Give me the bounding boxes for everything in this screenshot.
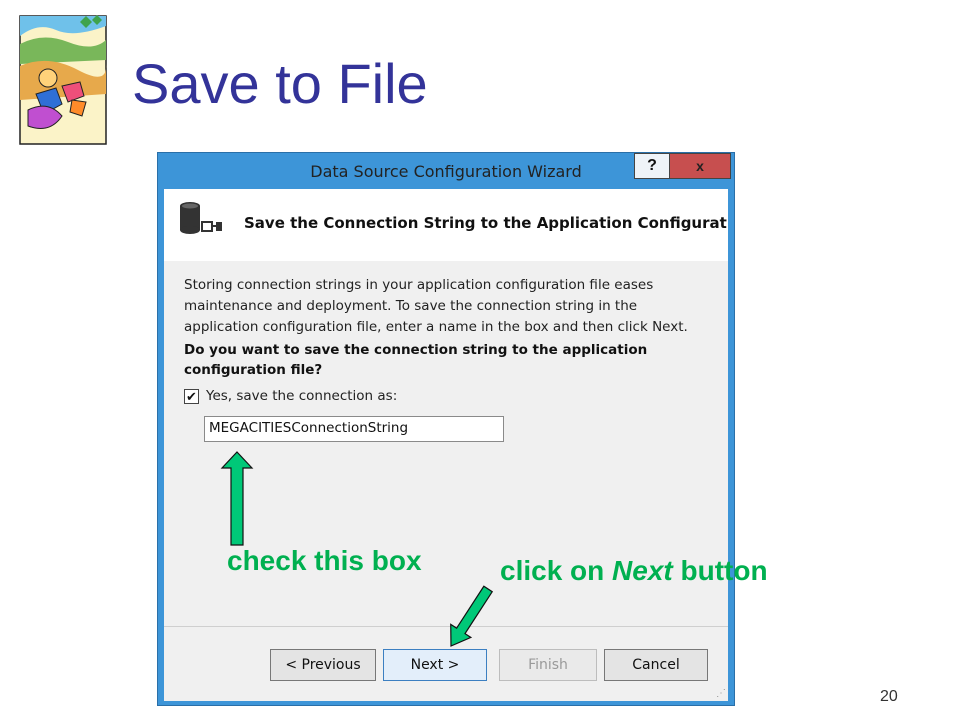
clipart-illustration bbox=[19, 15, 107, 145]
annotation-next-prefix: click on bbox=[500, 555, 613, 586]
wizard-window: Data Source Configuration Wizard ? x Sav… bbox=[157, 152, 735, 706]
wizard-header-text: Save the Connection String to the Applic… bbox=[244, 214, 728, 232]
help-button[interactable]: ? bbox=[634, 153, 670, 179]
resize-grip-icon[interactable]: ⋰ bbox=[716, 688, 726, 699]
wizard-question: Do you want to save the connection strin… bbox=[184, 342, 648, 378]
footer-divider bbox=[164, 626, 728, 627]
slide-number: 20 bbox=[880, 688, 898, 705]
finish-button[interactable]: Finish bbox=[499, 649, 597, 681]
wizard-description: Storing connection strings in your appli… bbox=[184, 277, 688, 335]
next-button[interactable]: Next > bbox=[383, 649, 487, 681]
wizard-content: Save the Connection String to the Applic… bbox=[164, 189, 728, 701]
wizard-titlebar[interactable]: Data Source Configuration Wizard ? x bbox=[158, 153, 734, 189]
annotation-next-emphasis: Next bbox=[612, 555, 673, 586]
cancel-button[interactable]: Cancel bbox=[604, 649, 708, 681]
connection-name-input[interactable]: MEGACITIESConnectionString bbox=[204, 416, 504, 442]
save-connection-checkbox[interactable]: ✔ bbox=[184, 389, 199, 404]
annotation-click-next: click on Next button bbox=[500, 555, 768, 587]
previous-button[interactable]: < Previous bbox=[270, 649, 376, 681]
close-button[interactable]: x bbox=[669, 153, 731, 179]
annotation-check-box: check this box bbox=[227, 545, 422, 576]
save-connection-label[interactable]: Yes, save the connection as: bbox=[206, 388, 397, 404]
annotation-next-suffix: button bbox=[672, 555, 768, 586]
database-icon bbox=[180, 202, 222, 234]
wizard-header: Save the Connection String to the Applic… bbox=[164, 189, 728, 261]
slide-title: Save to File bbox=[132, 52, 428, 115]
